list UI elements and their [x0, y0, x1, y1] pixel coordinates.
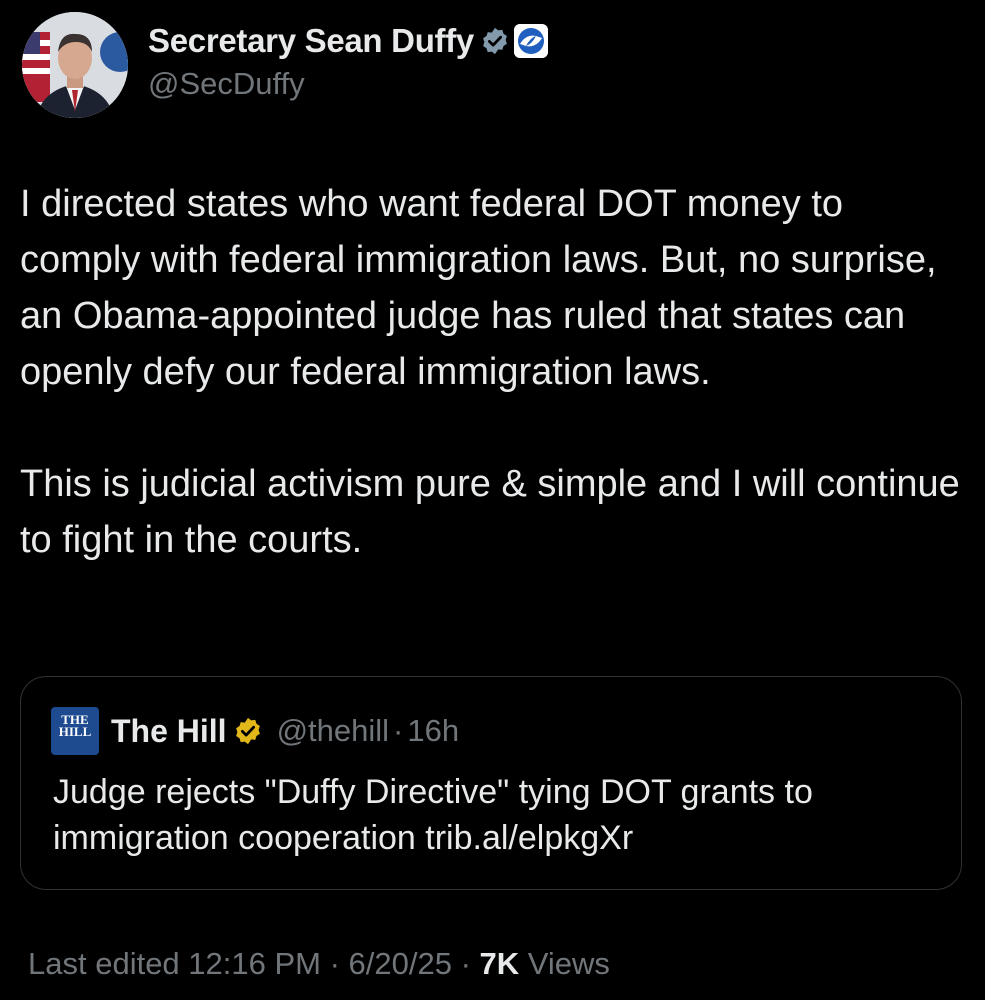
tweet-text: I directed states who want federal DOT m…	[20, 176, 970, 568]
author-display-name[interactable]: Secretary Sean Duffy	[148, 22, 474, 60]
dot-affiliation-icon[interactable]	[513, 24, 548, 58]
avatar[interactable]	[22, 12, 128, 118]
views-label: Views	[527, 946, 610, 981]
tweet-footer: Last edited 12:16 PM · 6/20/25 · 7K View…	[28, 946, 610, 982]
author-info: Secretary Sean Duffy @SecDuffy	[148, 22, 548, 102]
the-hill-logo-line2: HILL	[58, 724, 92, 739]
avatar-image	[22, 12, 128, 118]
quoted-separator: ·	[393, 713, 404, 748]
the-hill-logo[interactable]: THE HILL	[51, 707, 99, 755]
last-edited-timestamp[interactable]: Last edited 12:16 PM · 6/20/25	[28, 946, 452, 981]
quoted-tweet[interactable]: THE HILL The Hill @thehill · 16h Judge r…	[20, 676, 962, 890]
tweet-header: Secretary Sean Duffy @SecDuffy	[22, 12, 548, 118]
author-handle[interactable]: @SecDuffy	[148, 66, 548, 102]
quoted-timestamp[interactable]: 16h	[407, 713, 459, 749]
tweet-paragraph: This is judicial activism pure & simple …	[20, 463, 960, 561]
tweet-detail: Secretary Sean Duffy @SecDuffy I directe…	[0, 0, 985, 1000]
quoted-author-name[interactable]: The Hill	[111, 713, 227, 750]
tweet-paragraph: I directed states who want federal DOT m…	[20, 183, 937, 393]
quoted-tweet-text: Judge rejects "Duffy Directive" tying DO…	[53, 773, 813, 857]
footer-separator: ·	[460, 946, 471, 981]
quoted-tweet-header: THE HILL The Hill @thehill · 16h	[51, 707, 459, 755]
author-name-row: Secretary Sean Duffy	[148, 22, 548, 60]
verified-badge-icon[interactable]	[480, 26, 510, 56]
quoted-author-handle[interactable]: @thehill	[277, 713, 389, 749]
gold-verified-badge-icon[interactable]	[233, 716, 263, 746]
views-count[interactable]: 7K	[480, 946, 520, 981]
